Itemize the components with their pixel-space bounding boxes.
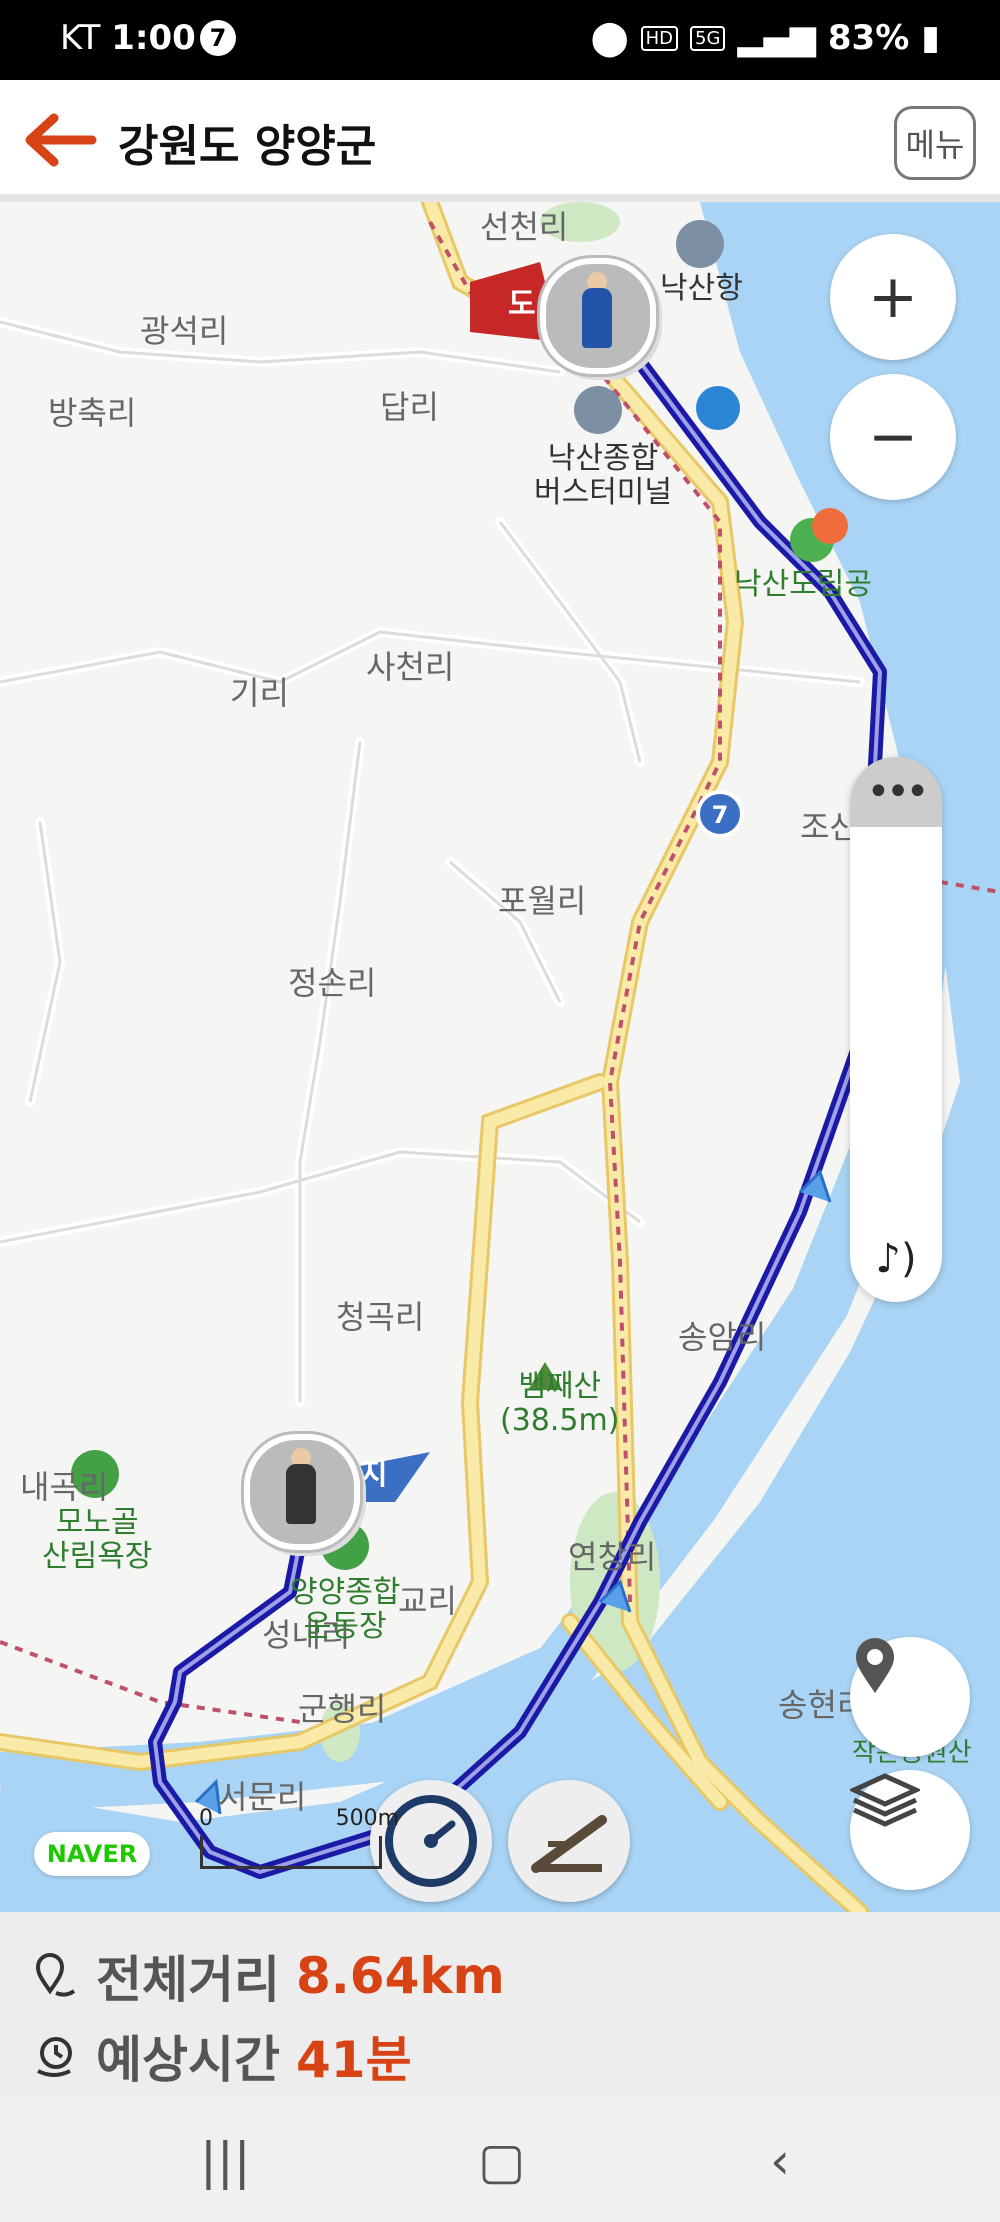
poi-label: 낙산항 xyxy=(660,271,743,306)
road-number: 7 xyxy=(711,801,729,829)
layers-button[interactable] xyxy=(850,1770,970,1890)
poi-label: 모노골 산림욕장 xyxy=(42,1505,153,1574)
distance-pin-icon xyxy=(35,1953,76,1997)
place-label: 광석리 xyxy=(140,312,229,350)
location-pin-button[interactable] xyxy=(850,1637,970,1757)
location-icon: ⬤ xyxy=(590,18,629,58)
poi-label: 낙산도립공 xyxy=(734,567,872,602)
poi-label: 낙산종합 버스터미널 xyxy=(534,441,672,510)
zoom-out-button[interactable]: − xyxy=(830,374,956,500)
menu-button[interactable]: 메뉴 xyxy=(894,106,976,180)
start-flag-label: 도 xyxy=(508,287,536,322)
map-view[interactable]: 선천리 광석리 방축리 답리 기리 사천리 포월리 정손리 청곡리 송암리 내곡… xyxy=(0,202,1000,1912)
place-label: 선천리 xyxy=(480,208,569,246)
distance-value: 8.64km xyxy=(296,1947,505,2005)
place-label: 군행리 xyxy=(298,1690,387,1728)
system-nav-bar: ||| ▢ ‹ xyxy=(0,2098,1000,2222)
elevation-icon xyxy=(531,1815,607,1873)
place-label: 청곡리 xyxy=(336,1298,425,1336)
route-summary: 전체거리 8.64km 예상시간 41분 xyxy=(0,1912,1000,2098)
time-label: 예상시간 xyxy=(96,2031,280,2089)
side-panel[interactable]: ••• ♪) xyxy=(850,757,942,1302)
app-header: 강원도 양양군 메뉴 xyxy=(0,80,1000,202)
place-label: 교리 xyxy=(398,1582,457,1620)
bus-terminal-icon xyxy=(574,386,622,434)
place-label: 내곡리 xyxy=(20,1468,109,1506)
status-right: ⬤ HD 5G ▂▄▆ 83% ▮ xyxy=(591,18,940,58)
naver-logo: NAVER xyxy=(34,1832,150,1876)
place-label: 포월리 xyxy=(498,882,587,920)
signal-icon: ▂▄▆ xyxy=(737,18,816,58)
rail-line xyxy=(0,1640,301,1724)
distance-label: 전체거리 xyxy=(96,1951,280,2009)
poi-label: 양양종합 운동장 xyxy=(290,1575,401,1644)
place-label: 연창리 xyxy=(568,1538,657,1576)
clock-icon xyxy=(37,2037,72,2077)
status-time: KT 1:00 xyxy=(60,18,196,58)
sound-icon[interactable]: ♪) xyxy=(850,1236,942,1282)
poi-label: 뱀째산 (38.5m) xyxy=(500,1369,620,1438)
place-label: 답리 xyxy=(380,388,439,426)
back-icon[interactable]: ‹ xyxy=(770,2132,790,2190)
notification-badge: 7 xyxy=(200,20,236,56)
elevation-button[interactable] xyxy=(508,1780,630,1902)
place-label: 서문리 xyxy=(218,1778,307,1816)
zoom-in-button[interactable]: + xyxy=(830,234,956,360)
hd-indicator: HD xyxy=(640,25,679,51)
layers-icon xyxy=(850,1773,920,1827)
start-photo-marker[interactable] xyxy=(540,258,656,374)
battery-icon: ▮ xyxy=(921,18,940,58)
home-icon[interactable]: ▢ xyxy=(478,2132,525,2190)
campsite-icon xyxy=(696,386,740,430)
place-label: 송암리 xyxy=(678,1318,767,1356)
place-label: 사천리 xyxy=(366,648,455,686)
time-row: 예상시간 41분 xyxy=(30,2020,412,2092)
distance-row: 전체거리 8.64km xyxy=(30,1940,505,2012)
location-pin-icon xyxy=(856,1638,894,1693)
port-icon xyxy=(676,220,724,268)
time-value: 41분 xyxy=(296,2031,412,2089)
road xyxy=(495,517,645,767)
status-bar: KT 1:00 7 ⬤ HD 5G ▂▄▆ 83% ▮ xyxy=(0,0,1000,80)
recent-apps-icon[interactable]: ||| xyxy=(200,2132,251,2190)
map-scale: 0 500m xyxy=(199,1806,399,1869)
end-flag-label: 지 xyxy=(360,1457,388,1492)
place-label: 정손리 xyxy=(288,964,377,1002)
place-label: 방축리 xyxy=(48,394,137,432)
place-label: 기리 xyxy=(230,674,289,712)
5g-indicator: 5G xyxy=(690,25,726,51)
star-icon xyxy=(812,508,848,544)
road xyxy=(0,1146,645,1247)
back-arrow-icon[interactable] xyxy=(20,110,100,170)
speedometer-icon xyxy=(385,1795,477,1887)
battery-percent: 83% xyxy=(827,18,910,58)
page-title: 강원도 양양군 xyxy=(118,121,377,172)
speedometer-button[interactable] xyxy=(370,1780,492,1902)
end-photo-marker[interactable] xyxy=(244,1434,360,1550)
